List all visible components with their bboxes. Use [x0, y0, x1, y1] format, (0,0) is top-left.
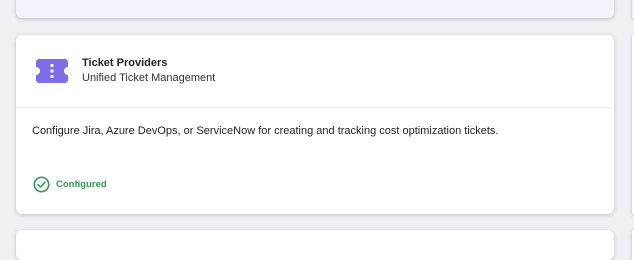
card-title: Ticket Providers: [82, 57, 168, 69]
status-label: Configured: [56, 179, 107, 190]
check-circle-icon: [33, 176, 50, 193]
card-header: Ticket Providers Unified Ticket Manageme…: [16, 35, 614, 108]
card-subtitle: Unified Ticket Management: [82, 72, 216, 84]
card-description: Configure Jira, Azure DevOps, or Service…: [32, 125, 499, 137]
status-indicator: Configured: [33, 176, 107, 193]
next-integration-card[interactable]: [16, 230, 614, 260]
previous-integration-card[interactable]: [16, 0, 614, 18]
ticket-providers-card[interactable]: Ticket Providers Unified Ticket Manageme…: [16, 35, 614, 214]
ticket-icon: [36, 59, 68, 83]
